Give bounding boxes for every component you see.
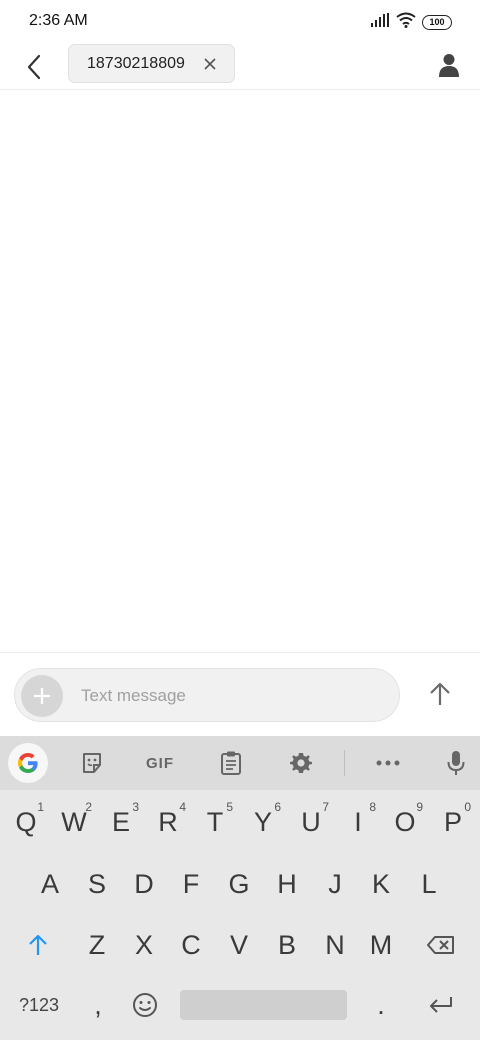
key-l[interactable]: L (405, 855, 453, 913)
more-button[interactable] (368, 744, 408, 782)
key-o[interactable]: O9 (381, 793, 429, 851)
emoji-icon (133, 993, 157, 1017)
key-b[interactable]: B (263, 916, 311, 974)
gif-button[interactable]: GIF (140, 744, 180, 782)
status-icons: 100 (370, 12, 452, 32)
period-key[interactable]: . (358, 976, 404, 1034)
key-u[interactable]: U7 (287, 793, 335, 851)
key-r[interactable]: R4 (144, 793, 192, 851)
wifi-icon (396, 12, 416, 33)
gear-icon (290, 753, 312, 773)
settings-button[interactable] (281, 744, 321, 782)
key-row-4: ?123 , . (0, 976, 480, 1034)
conversation-header: 18730218809 (0, 44, 480, 90)
key-c[interactable]: C (167, 916, 215, 974)
clipboard-icon (221, 751, 241, 775)
status-time: 2:36 AM (29, 12, 88, 29)
attach-button[interactable] (21, 675, 63, 717)
key-s[interactable]: S (73, 855, 121, 913)
key-row-1: Q1 W2 E3 R4 T5 Y6 U7 I8 O9 P0 (0, 793, 480, 851)
google-icon[interactable] (8, 743, 48, 783)
key-j[interactable]: J (311, 855, 359, 913)
key-p[interactable]: P0 (429, 793, 477, 851)
close-icon (204, 58, 216, 70)
key-e[interactable]: E3 (97, 793, 145, 851)
more-horizontal-icon (376, 760, 400, 766)
key-x[interactable]: X (120, 916, 168, 974)
key-h[interactable]: H (263, 855, 311, 913)
symbols-key[interactable]: ?123 (8, 976, 70, 1034)
shift-key[interactable] (14, 916, 62, 974)
toolbar-divider (344, 750, 345, 776)
key-a[interactable]: A (26, 855, 74, 913)
key-row-2: A S D F G H J K L (0, 855, 480, 913)
signal-icon (370, 12, 390, 32)
message-list[interactable] (0, 91, 480, 652)
status-bar: 2:36 AM 100 (0, 0, 480, 44)
key-g[interactable]: G (215, 855, 263, 913)
shift-arrow-icon (29, 934, 47, 955)
message-input[interactable] (81, 685, 381, 707)
key-m[interactable]: M (357, 916, 405, 974)
key-k[interactable]: K (357, 855, 405, 913)
key-z[interactable]: Z (73, 916, 121, 974)
send-button[interactable] (422, 676, 458, 712)
clipboard-button[interactable] (211, 744, 251, 782)
key-w[interactable]: W2 (50, 793, 98, 851)
key-row-3: Z X C V B N M (0, 916, 480, 974)
recipient-chip[interactable]: 18730218809 (68, 44, 235, 83)
contact-button[interactable] (434, 48, 464, 82)
key-t[interactable]: T5 (191, 793, 239, 851)
sticker-button[interactable] (72, 744, 112, 782)
plus-icon (34, 688, 50, 704)
backspace-key[interactable] (416, 916, 466, 974)
composer-bar (0, 652, 480, 736)
remove-recipient-button[interactable] (202, 56, 218, 72)
key-n[interactable]: N (311, 916, 359, 974)
person-icon (439, 54, 459, 77)
gif-label: GIF (146, 754, 174, 772)
key-i[interactable]: I8 (334, 793, 382, 851)
key-f[interactable]: F (167, 855, 215, 913)
recipient-number: 18730218809 (87, 54, 185, 72)
key-y[interactable]: Y6 (239, 793, 287, 851)
keyboard: GIF Q 1 W 2 E 3 R 4 T 5 Y 6 U 7 I 8 O 9 … (0, 736, 480, 1040)
key-q[interactable]: Q1 (2, 793, 50, 851)
chevron-left-icon (27, 54, 41, 80)
backspace-icon (427, 936, 454, 954)
emoji-key[interactable] (122, 976, 168, 1034)
compose-field (14, 668, 400, 722)
enter-icon (430, 997, 452, 1013)
microphone-icon (447, 751, 465, 775)
key-v[interactable]: V (215, 916, 263, 974)
back-button[interactable] (18, 49, 50, 85)
space-key[interactable] (180, 990, 347, 1020)
key-d[interactable]: D (120, 855, 168, 913)
voice-input-button[interactable] (436, 744, 476, 782)
battery-icon: 100 (422, 14, 452, 30)
arrow-up-icon (430, 682, 450, 705)
enter-key[interactable] (416, 976, 466, 1034)
sticker-icon (83, 753, 101, 773)
keyboard-toolbar: GIF (0, 736, 480, 790)
comma-key[interactable]: , (74, 976, 122, 1034)
